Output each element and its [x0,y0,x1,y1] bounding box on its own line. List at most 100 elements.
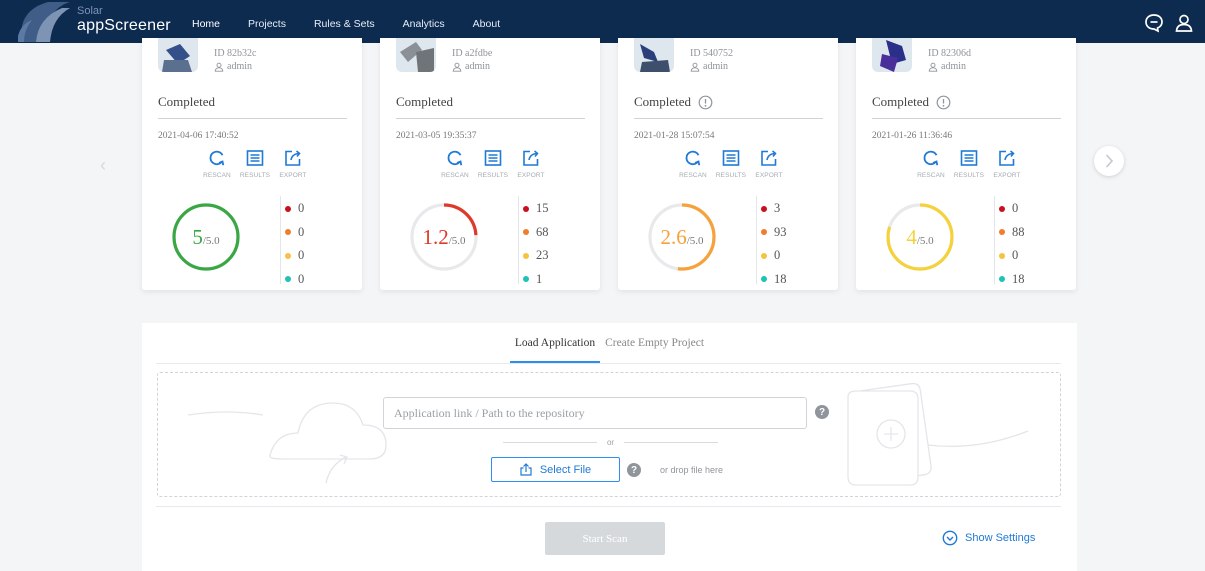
severity-count: 0 [774,248,781,263]
drop-file-hint: or drop file here [660,465,724,475]
nav-home[interactable]: Home [178,0,235,43]
counts-divider [756,196,757,284]
select-file-label: Select File [539,463,592,476]
results-button[interactable]: RESULTS [950,148,988,179]
severity-dot [761,229,767,236]
score-number: 2.6 [660,224,687,249]
chevron-circle-down-icon [942,530,958,546]
scan-status-label: Completed [396,94,454,109]
severity-count-row: 0 [285,197,325,221]
scan-status: Completed [396,94,453,110]
severity-dot [285,205,291,212]
project-card[interactable]: ID 82b32c admin Completed 2021-04-06 17:… [142,38,362,290]
severity-count-row: 18 [761,268,801,292]
severity-count-row: 0 [999,244,1039,268]
user-icon [690,62,700,72]
export-button[interactable]: EXPORT [988,148,1026,179]
repository-path-input[interactable] [383,397,807,429]
severity-dot [285,229,291,236]
upload-icon [520,463,532,476]
rescan-button[interactable]: RESCAN [912,148,950,179]
app-logo[interactable]: Solar appScreener [8,2,171,42]
carousel-prev-icon[interactable]: ‹ [100,155,106,176]
start-scan-button[interactable]: Start Scan [545,522,665,555]
results-list-icon [484,150,502,166]
severity-count: 18 [774,271,787,286]
or-separator: or [503,436,718,448]
severity-dot [523,276,529,283]
warning-info-icon[interactable] [936,95,951,110]
severity-count-row: 18 [999,268,1039,292]
severity-count-row: 3 [761,197,801,221]
panel-divider [156,506,1061,507]
severity-count-row: 23 [523,244,563,268]
select-file-help-icon[interactable]: ? [627,463,641,477]
score-max: /5.0 [686,234,704,247]
project-owner: admin [690,61,728,72]
project-owner: admin [214,61,252,72]
rescan-button[interactable]: RESCAN [198,148,236,179]
project-id: ID 540752 [690,48,734,59]
project-thumbnail [634,38,674,72]
score-max: /5.0 [916,234,934,247]
results-button[interactable]: RESULTS [712,148,750,179]
export-label: EXPORT [755,172,783,179]
project-card[interactable]: ID 540752 admin Completed 2021-01-28 15:… [618,38,838,290]
nav-analytics[interactable]: Analytics [389,0,459,43]
user-icon[interactable] [1173,12,1195,34]
load-application-panel: Load Application Create Empty Project ? … [142,323,1077,571]
project-card[interactable]: ID a2fdbe admin Completed 2021-03-05 19:… [380,38,600,290]
or-label: or [606,437,615,447]
export-button[interactable]: EXPORT [274,148,312,179]
severity-dot [523,229,529,236]
tab-load-application[interactable]: Load Application [509,335,601,363]
logo-mark-icon [18,2,70,42]
results-button[interactable]: RESULTS [236,148,274,179]
nav-about[interactable]: About [459,0,514,43]
logo-title: appScreener [77,17,171,34]
tab-create-empty-project[interactable]: Create Empty Project [600,335,709,363]
main-nav: Home Projects Rules & Sets Analytics Abo… [178,0,514,43]
export-icon [523,150,539,166]
project-owner-name: admin [227,61,252,72]
rescan-button[interactable]: RESCAN [674,148,712,179]
severity-count-row: 0 [761,244,801,268]
file-dropzone[interactable]: ? or Select File ? or drop file here [157,372,1061,497]
results-button[interactable]: RESULTS [474,148,512,179]
nav-rules-sets[interactable]: Rules & Sets [300,0,389,43]
select-file-button[interactable]: Select File [491,457,620,482]
scan-date: 2021-01-28 15:07:54 [634,131,715,141]
results-label: RESULTS [715,172,747,179]
carousel-next-button[interactable] [1094,146,1124,176]
severity-dot [761,205,767,212]
tabs-divider [156,363,1061,364]
rescan-icon [209,150,225,166]
counts-divider [994,196,995,284]
warning-info-icon[interactable] [698,95,713,110]
project-card[interactable]: ID 82306d admin Completed 2021-01-26 11:… [856,38,1076,290]
export-button[interactable]: EXPORT [512,148,550,179]
rescan-button[interactable]: RESCAN [436,148,474,179]
severity-count: 0 [298,271,305,286]
card-actions: RESCAN RESULTS EXPORT [674,148,788,179]
severity-count: 23 [536,248,549,263]
scan-status: Completed [872,94,951,110]
results-list-icon [722,150,740,166]
severity-count-row: 15 [523,197,563,221]
severity-dot [999,252,1005,259]
project-id: ID 82b32c [214,48,257,59]
severity-count: 18 [1012,271,1025,286]
severity-count-row: 0 [999,197,1039,221]
help-icon[interactable]: ? [815,405,829,419]
user-icon [214,62,224,72]
severity-count: 93 [774,224,787,239]
nav-projects[interactable]: Projects [234,0,300,43]
export-button[interactable]: EXPORT [750,148,788,179]
show-settings-link[interactable]: Show Settings [942,530,1035,546]
project-owner-name: admin [703,61,728,72]
chat-icon[interactable] [1143,12,1165,34]
score-number: 1.2 [422,224,449,249]
export-label: EXPORT [517,172,545,179]
counts-divider [518,196,519,284]
score-value: 4 /5.0 [884,201,956,273]
